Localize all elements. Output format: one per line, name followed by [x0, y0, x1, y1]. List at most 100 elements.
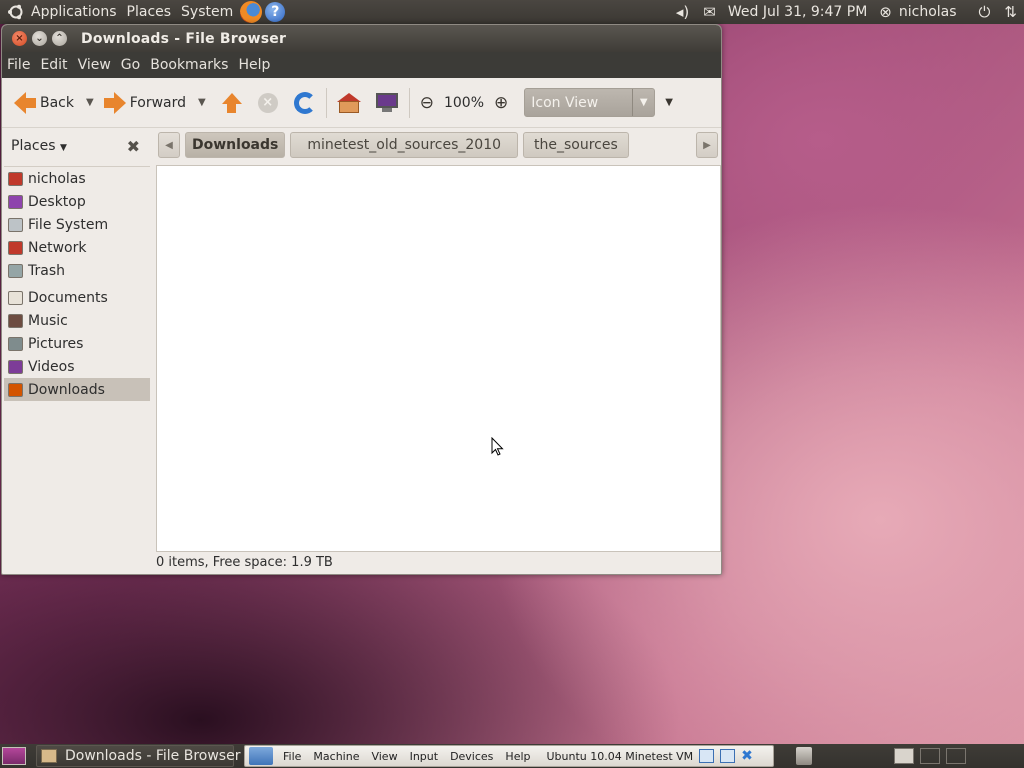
places-list: nicholas Desktop File System Network Trash Do… — [4, 166, 150, 571]
sidebar-item-label: Pictures — [28, 335, 84, 352]
close-sidebar-icon[interactable]: ✖ — [127, 137, 140, 156]
breadcrumb-minetest-old-sources[interactable]: minetest_old_sources_2010 — [290, 132, 519, 158]
vbox-menu-file[interactable]: File — [277, 750, 307, 763]
zoom-out-button[interactable]: ⊖ — [416, 83, 438, 123]
sidebar-item-videos[interactable]: Videos — [4, 355, 150, 378]
computer-button[interactable] — [371, 83, 403, 123]
applications-menu[interactable]: Applications — [26, 0, 122, 24]
back-arrow-icon — [14, 91, 36, 114]
menu-view[interactable]: View — [73, 57, 116, 73]
close-window-button[interactable]: × — [12, 31, 27, 46]
zoom-level[interactable]: 100% — [438, 95, 490, 111]
forward-button[interactable]: Forward — [100, 83, 190, 123]
vbox-restore-button[interactable] — [720, 749, 736, 763]
mouse-pointer-icon — [491, 437, 504, 456]
menu-help[interactable]: Help — [233, 57, 275, 73]
bottom-panel: Downloads - File Browser File Machine Vi… — [0, 744, 1024, 768]
vbox-menu-input[interactable]: Input — [404, 750, 444, 763]
zoom-in-icon: ⊕ — [494, 92, 509, 113]
documents-icon — [8, 290, 23, 305]
sidebar-item-desktop[interactable]: Desktop — [4, 190, 150, 213]
chevron-down-icon: ▼ — [632, 89, 654, 116]
forward-arrow-icon — [103, 91, 126, 114]
workspace-3[interactable] — [946, 748, 966, 764]
reload-button[interactable] — [290, 83, 320, 123]
videos-icon — [8, 359, 23, 374]
sidebar-item-documents[interactable]: Documents — [4, 286, 150, 309]
forward-history-dropdown[interactable]: ▼ — [190, 97, 212, 108]
sidebar-header: Places ▼ ✖ — [2, 128, 150, 164]
home-button[interactable] — [333, 83, 365, 123]
menu-file[interactable]: File — [2, 57, 35, 73]
sidebar-item-label: Downloads — [28, 381, 105, 398]
sidebar-item-label: Trash — [28, 262, 65, 279]
back-label: Back — [40, 94, 74, 111]
vbox-close-icon[interactable]: ✖ — [741, 748, 753, 764]
path-scroll-left-button[interactable]: ◀ — [158, 132, 180, 158]
stop-icon: × — [257, 92, 278, 113]
menu-edit[interactable]: Edit — [35, 57, 72, 73]
sidebar-item-label: Music — [28, 312, 68, 329]
breadcrumb-the-sources[interactable]: the_sources — [523, 132, 629, 158]
sidebar-item-trash[interactable]: Trash — [4, 259, 150, 282]
back-button[interactable]: Back — [10, 83, 78, 123]
menu-bookmarks[interactable]: Bookmarks — [145, 57, 233, 73]
vbox-menu-view[interactable]: View — [365, 750, 403, 763]
sidebar-item-label: File System — [28, 216, 109, 233]
vbox-menu-devices[interactable]: Devices — [444, 750, 499, 763]
ubuntu-logo-icon[interactable] — [6, 2, 26, 22]
menu-go[interactable]: Go — [116, 57, 145, 73]
file-system-icon — [8, 217, 23, 232]
help-icon[interactable]: ? — [265, 2, 286, 22]
sidebar-item-network[interactable]: Network — [4, 236, 150, 259]
minimize-window-button[interactable]: ⌄ — [32, 31, 47, 46]
trash-icon[interactable] — [796, 747, 812, 765]
file-browser-icon — [41, 749, 57, 763]
power-icon[interactable]: ⏻ — [972, 3, 998, 21]
breadcrumb-downloads[interactable]: Downloads — [185, 132, 286, 158]
computer-icon — [375, 92, 399, 113]
view-mode-select[interactable]: Icon View ▼ — [524, 88, 656, 117]
taskbar-window-button[interactable]: Downloads - File Browser — [36, 745, 240, 767]
volume-icon[interactable]: ◂) — [669, 3, 696, 21]
vbox-minimize-button[interactable] — [699, 749, 715, 763]
path-bar: ◀ Downloads minetest_old_sources_2010 th… — [158, 130, 718, 160]
forward-label: Forward — [129, 94, 187, 111]
maximize-window-button[interactable]: ⌃ — [52, 31, 67, 46]
home-folder-icon — [336, 92, 361, 113]
pin-icon[interactable] — [249, 747, 273, 765]
show-desktop-icon[interactable] — [2, 747, 26, 765]
places-menu[interactable]: Places — [122, 0, 177, 24]
toolbar-overflow-button[interactable]: ▼ — [665, 97, 673, 108]
vbox-machine-title: Ubuntu 10.04 Minetest VM — [546, 749, 694, 763]
zoom-in-button[interactable]: ⊕ — [490, 83, 512, 123]
workspace-1[interactable] — [894, 748, 914, 764]
workspace-2[interactable] — [920, 748, 940, 764]
downloads-icon — [8, 382, 23, 397]
firefox-icon[interactable] — [240, 1, 263, 23]
user-menu[interactable]: nicholas — [894, 0, 962, 24]
file-view-pane[interactable] — [156, 165, 721, 552]
system-menu[interactable]: System — [176, 0, 238, 24]
stop-button[interactable]: × — [254, 83, 282, 123]
clock[interactable]: Wed Jul 31, 9:47 PM — [723, 0, 872, 24]
back-history-dropdown[interactable]: ▼ — [78, 97, 100, 108]
sidebar-item-nicholas[interactable]: nicholas — [4, 167, 150, 190]
virtualbox-mini-toolbar: File Machine View Input Devices Help Ubu… — [244, 745, 774, 767]
sidebar-item-music[interactable]: Music — [4, 309, 150, 332]
sidebar-item-downloads[interactable]: Downloads — [4, 378, 150, 401]
sidebar-item-pictures[interactable]: Pictures — [4, 332, 150, 355]
menu-bar: File Edit View Go Bookmarks Help — [2, 52, 721, 78]
vbox-menu-machine[interactable]: Machine — [307, 750, 365, 763]
sidebar-item-label: nicholas — [28, 170, 86, 187]
toolbar-separator — [408, 87, 410, 118]
network-icon[interactable]: ⇅ — [997, 3, 1024, 21]
trash-icon — [8, 263, 23, 278]
vbox-menu-help[interactable]: Help — [499, 750, 536, 763]
mail-icon[interactable]: ✉ — [696, 3, 723, 21]
title-bar[interactable]: × ⌄ ⌃ Downloads - File Browser — [2, 25, 721, 52]
up-button[interactable] — [218, 83, 246, 123]
sidebar-item-file-system[interactable]: File System — [4, 213, 150, 236]
places-dropdown[interactable]: Places ▼ — [11, 138, 67, 154]
path-scroll-right-button[interactable]: ▶ — [696, 132, 718, 158]
